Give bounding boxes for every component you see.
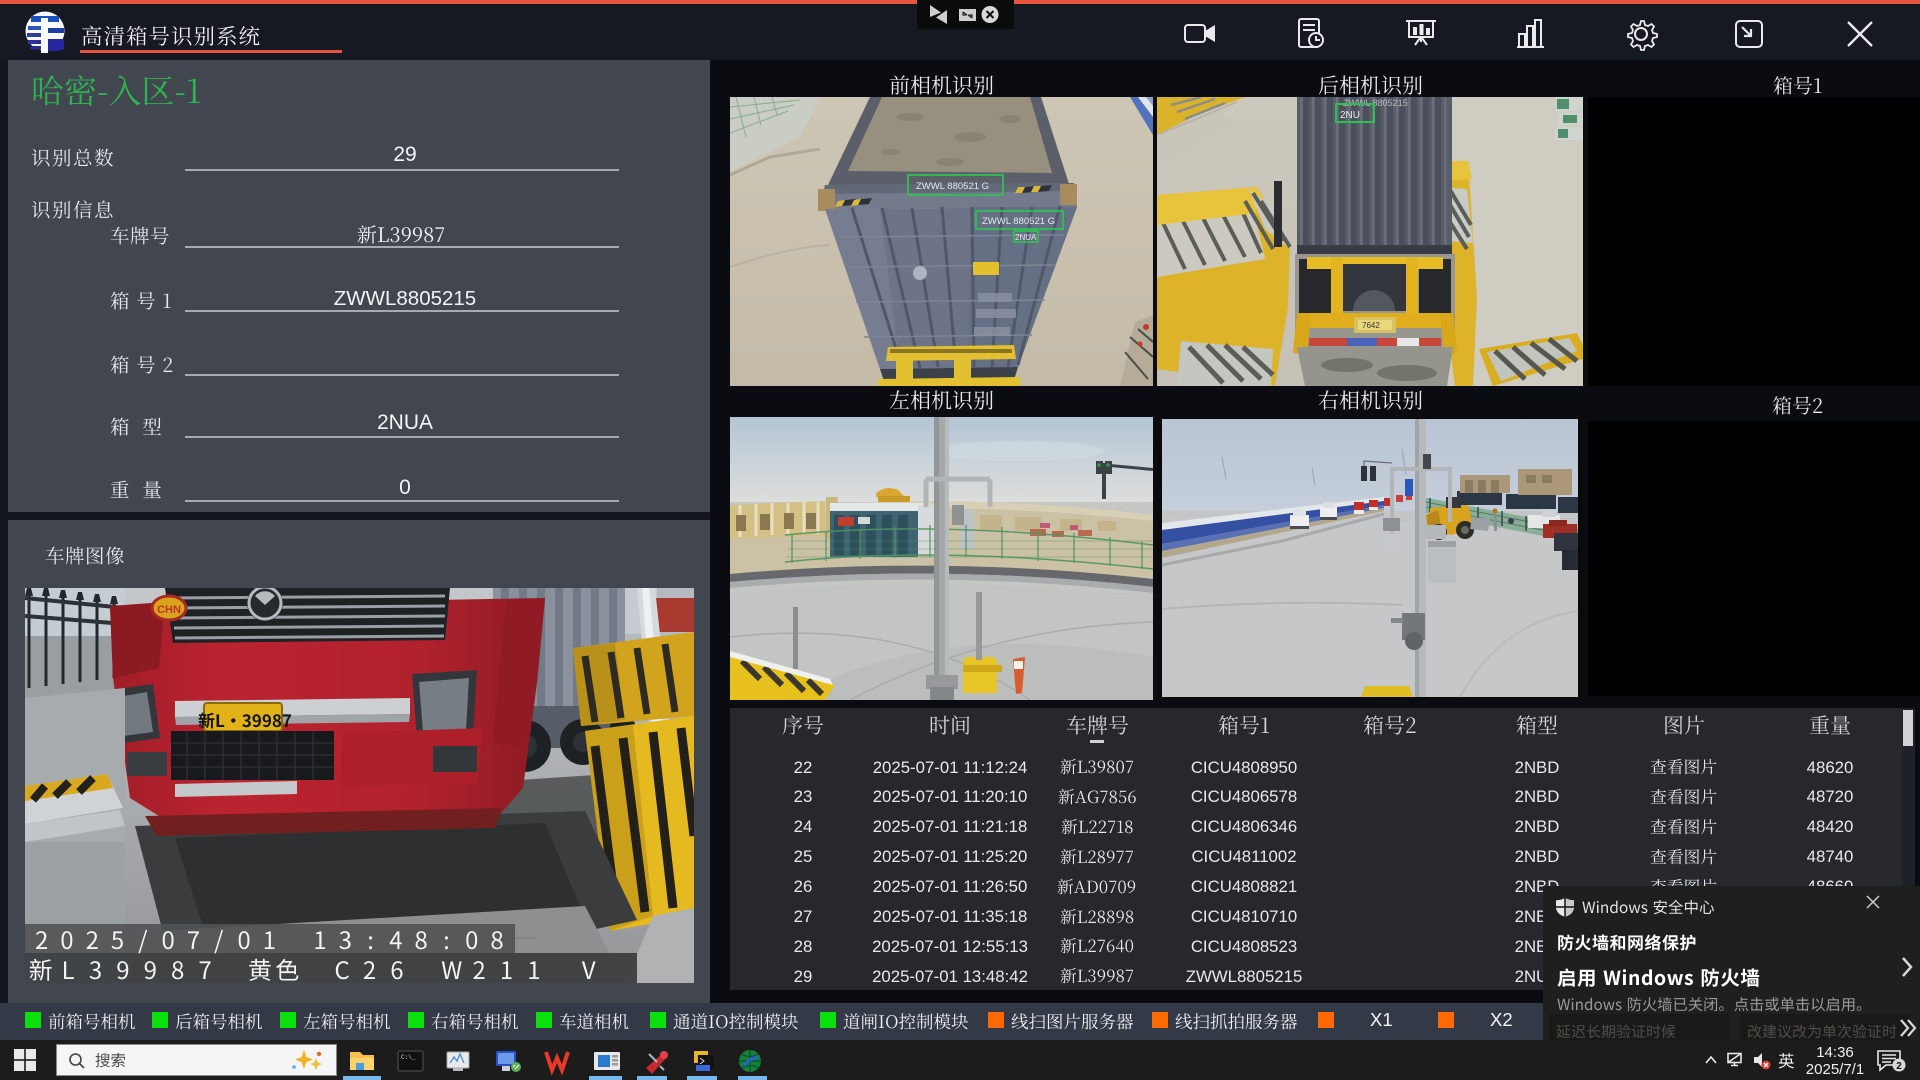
svg-text:ZWWL 880521 G: ZWWL 880521 G bbox=[982, 216, 1055, 227]
svg-text:2NU: 2NU bbox=[1340, 110, 1360, 121]
svg-text:2: 2 bbox=[1896, 1061, 1902, 1072]
svg-text:ZWWL 880521 G: ZWWL 880521 G bbox=[916, 181, 989, 192]
svg-text:C:\_: C:\_ bbox=[401, 1054, 416, 1061]
svg-text:CHN: CHN bbox=[157, 604, 181, 616]
svg-text:7642: 7642 bbox=[1362, 321, 1380, 330]
svg-text:2NUA: 2NUA bbox=[1015, 233, 1037, 242]
